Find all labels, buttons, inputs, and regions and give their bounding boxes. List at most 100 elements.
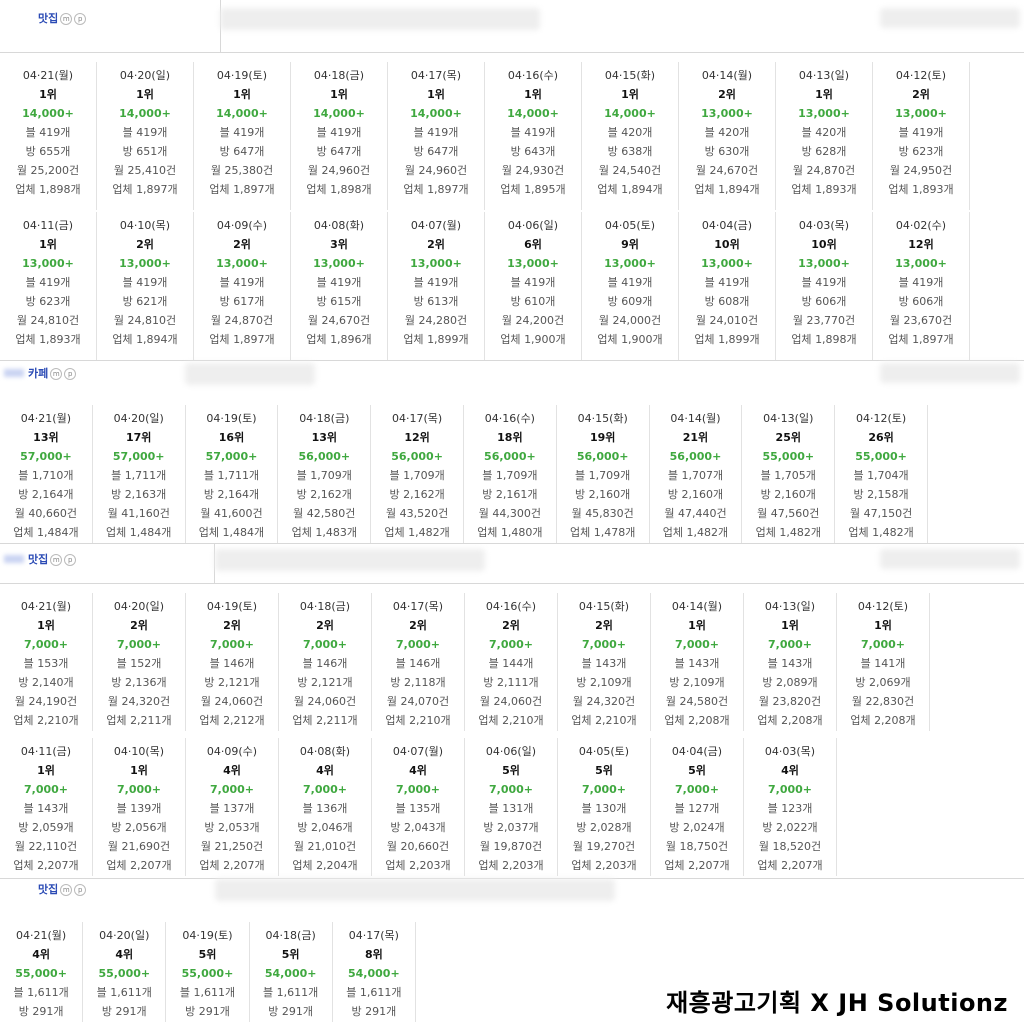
stat-label: 월	[107, 840, 122, 853]
stat-value: 2,109개	[590, 676, 632, 689]
stat-value: 2,212개	[223, 714, 265, 727]
stat-value: 2,043개	[404, 821, 446, 834]
cell-rank: 25위	[775, 431, 801, 444]
stat-value: 24,070건	[400, 695, 450, 708]
cell-date: 04·19(토)	[206, 412, 257, 425]
cell-rank: 4위	[409, 764, 427, 777]
cell-room-count: 방 2,160개	[650, 485, 742, 504]
cell-search-count: 55,000+	[855, 450, 907, 463]
stat-label: 블	[767, 657, 782, 670]
stat-label: 블	[209, 657, 224, 670]
cell-date: 04·21(월)	[15, 929, 67, 942]
stat-label: 월	[210, 164, 225, 177]
stat-value: 2,111개	[497, 676, 539, 689]
cell-rank: 4위	[781, 764, 799, 777]
cell-monthly-searches: 월 24,870건	[194, 311, 290, 330]
cell-monthly-searches: 월 47,150건	[835, 504, 927, 523]
cell-search-count: 7,000+	[302, 783, 347, 796]
cell-business-count: 업체 1,484개	[186, 523, 278, 542]
stat-label: 블	[316, 276, 331, 289]
cell-room-count: 방 2,024개	[651, 818, 743, 837]
stat-value: 2,109개	[683, 676, 725, 689]
cell-monthly-searches: 월 24,280건	[388, 311, 484, 330]
cell-monthly-searches: 월 20,660건	[372, 837, 464, 856]
stat-value: 24,320건	[121, 695, 171, 708]
stat-value: 24,870건	[806, 164, 856, 177]
cell-search-count: 56,000+	[391, 450, 443, 463]
stat-label: 월	[851, 695, 866, 708]
cell-date: 04·18(금)	[299, 600, 351, 613]
cell-room-count: 방 606개	[873, 292, 969, 311]
cell-monthly-searches: 월 23,670건	[873, 311, 969, 330]
cell-rank: 1위	[37, 619, 55, 632]
cell-room-count: 방 609개	[582, 292, 678, 311]
cell-business-count: 업체 1,897개	[388, 180, 484, 199]
stat-label: 방	[111, 676, 125, 689]
stat-value: 19,870건	[493, 840, 543, 853]
cell-blog-count: 블 152개	[93, 654, 185, 673]
cell-monthly-searches: 월 23,770건	[776, 311, 872, 330]
cell-monthly-searches: 월 24,200건	[485, 311, 581, 330]
stat-label: 월	[572, 840, 587, 853]
stat-label: 업체	[385, 714, 410, 727]
cell-rank: 4위	[32, 948, 50, 961]
stat-value: 2,028개	[590, 821, 632, 834]
pc-badge-icon: p	[64, 554, 77, 566]
stat-value: 419개	[912, 126, 944, 139]
cell-rank: 21위	[682, 431, 709, 444]
ranking-row: 04·21(월) 13위 57,000+ 블 1,710개 방 2,164개 월 40,6…	[0, 405, 928, 543]
stat-value: 419개	[524, 276, 556, 289]
cell-search-count: 7,000+	[395, 638, 440, 651]
stat-label: 방	[667, 488, 682, 501]
stat-label: 업체	[13, 714, 38, 727]
cell-business-count: 업체 2,210개	[372, 711, 464, 730]
cell-room-count: 방 2,140개	[0, 673, 92, 692]
stat-value: 47,560건	[770, 507, 820, 520]
stat-label: 업체	[571, 714, 596, 727]
cell-room-count: 방 647개	[388, 142, 484, 161]
stat-value: 617개	[233, 295, 265, 308]
cell-monthly-searches: 월 24,320건	[93, 692, 185, 711]
cell-monthly-searches: 월 24,950건	[873, 161, 969, 180]
day-cell: 04·09(수) 4위 7,000+ 블 137개 방 2,053개 월 21,250건 업…	[186, 738, 279, 876]
stat-value: 24,060건	[493, 695, 543, 708]
stat-label: 블	[263, 986, 277, 999]
cell-room-count: 방 2,136개	[93, 673, 185, 692]
stat-label: 방	[111, 821, 125, 834]
cell-room-count: 방 615개	[291, 292, 387, 311]
cell-room-count: 방 621개	[97, 292, 193, 311]
pc-badge-icon: p	[64, 368, 77, 380]
cell-date: 04·20(일)	[99, 929, 150, 942]
stat-value: 1,711개	[217, 469, 260, 482]
cell-business-count: 업체 2,204개	[279, 856, 371, 875]
stat-label: 월	[404, 164, 419, 177]
cell-monthly-searches: 월 22,830건	[837, 692, 929, 711]
stat-label: 방	[296, 488, 311, 501]
stat-value: 2,211개	[130, 714, 172, 727]
cell-monthly-searches: 월 19,870건	[465, 837, 557, 856]
cell-room-count: 방 623개	[873, 142, 969, 161]
stat-value: 2,069개	[869, 676, 911, 689]
cell-monthly-searches: 월 24,670건	[291, 311, 387, 330]
stat-value: 2,207개	[37, 859, 79, 872]
cell-search-count: 13,000+	[22, 257, 74, 270]
cell-rank: 4위	[115, 948, 134, 961]
section-title: 맛집 m p	[38, 10, 87, 26]
stat-value: 21,010건	[307, 840, 357, 853]
cell-blog-count: 블 130개	[558, 799, 650, 818]
stat-label: 업체	[597, 183, 622, 196]
stat-label: 방	[762, 821, 776, 834]
cell-search-count: 7,000+	[767, 638, 812, 651]
stat-label: 블	[801, 126, 816, 139]
cell-date: 04·16(수)	[507, 69, 559, 82]
stat-value: 651개	[136, 145, 168, 158]
stat-label: 블	[116, 802, 131, 815]
brand-watermark: 재흥광고기획 X JH Solutionz	[666, 989, 1008, 1017]
cell-blog-count: 블 419개	[97, 123, 193, 142]
stat-value: 1,484개	[129, 526, 172, 539]
stat-value: 47,150건	[863, 507, 913, 520]
cell-date: 04·19(토)	[206, 600, 258, 613]
cell-blog-count: 블 1,710개	[0, 466, 92, 485]
cell-date: 04·09(수)	[206, 745, 258, 758]
cell-business-count: 업체 1,893개	[873, 180, 969, 199]
